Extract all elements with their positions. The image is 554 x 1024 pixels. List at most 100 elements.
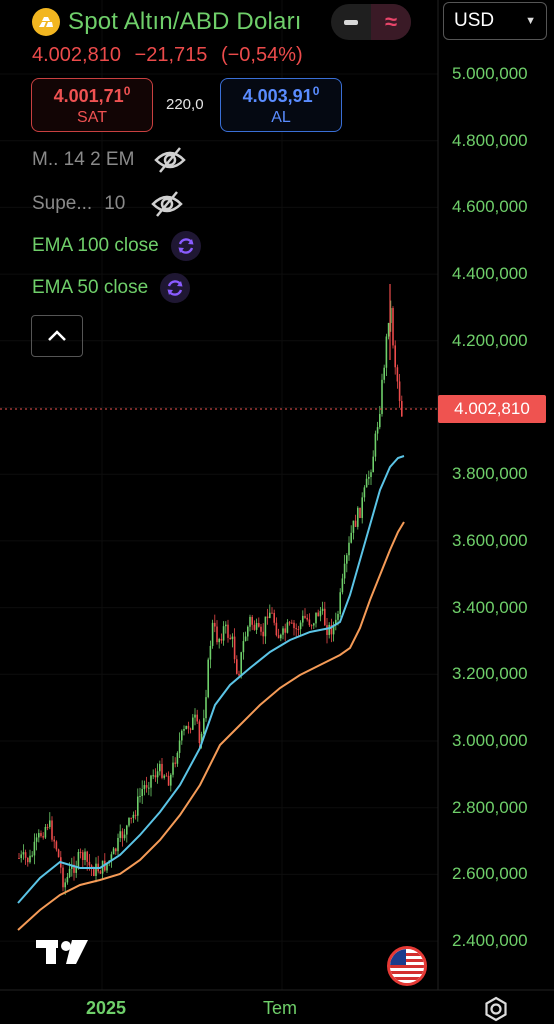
candle-body (117, 837, 119, 852)
trading-app: Spot Altın/ABD Doları ≈ USD ▼ 4.002,810 … (0, 0, 554, 1024)
candle-body (143, 785, 146, 790)
candle-body (51, 820, 53, 840)
candle-body (38, 833, 40, 838)
title-row[interactable]: Spot Altın/ABD Doları (32, 6, 302, 38)
candle-body (130, 817, 132, 819)
candle-body (242, 641, 245, 653)
candle-body (379, 413, 381, 428)
spread-value: 220,0 (166, 96, 204, 113)
candle-body (167, 775, 170, 786)
candle-body (145, 785, 148, 788)
currency-select[interactable]: USD ▼ (443, 2, 547, 40)
sell-button[interactable]: 4.001,710 SAT (31, 78, 153, 132)
candle-body (93, 868, 95, 876)
candle-body (161, 763, 163, 778)
candle-body (280, 634, 282, 639)
price-axis-label: 4.400,000 (452, 264, 528, 284)
candle-body (165, 775, 168, 777)
candle-body (394, 345, 396, 368)
candle-body (128, 817, 130, 826)
candle-body (299, 622, 302, 630)
eye-off-icon[interactable] (151, 190, 184, 218)
candle-body (99, 871, 102, 874)
candle-body (205, 697, 207, 719)
indicator-row-ema100[interactable]: EMA 100 close (32, 231, 201, 261)
eye-off-icon[interactable] (154, 146, 187, 174)
indicator-row-macd[interactable]: M.. 14 2 EM (32, 146, 187, 174)
settings-icon[interactable] (483, 996, 509, 1022)
candle-body (225, 624, 227, 627)
candle-body (57, 849, 60, 858)
candle-body (154, 775, 157, 778)
candle-body (207, 659, 209, 698)
candle-body (321, 608, 324, 611)
candle-body (152, 775, 154, 777)
candle-body (88, 861, 91, 866)
candle-body (170, 774, 172, 786)
candle-body (79, 852, 82, 854)
chart-type-toggle: ≈ (331, 4, 411, 40)
indicator-label: EMA 50 close (32, 277, 149, 298)
wave-button[interactable]: ≈ (371, 4, 411, 40)
sell-label: SAT (77, 108, 107, 126)
sync-icon[interactable] (160, 273, 191, 303)
minus-button[interactable] (331, 4, 371, 40)
price-axis-label: 3.200,000 (452, 664, 528, 684)
candle-body (282, 628, 284, 635)
collapse-indicators-button[interactable] (31, 315, 83, 357)
candle-body (251, 616, 253, 625)
tradingview-logo[interactable] (36, 938, 88, 966)
sync-icon[interactable] (170, 231, 201, 261)
candle-body (293, 622, 295, 629)
candle-body (304, 615, 306, 618)
candle-body (339, 592, 341, 614)
candle-body (62, 867, 64, 888)
price-axis-label: 4.800,000 (452, 130, 528, 150)
candle-body (357, 507, 359, 527)
candle-body (310, 625, 313, 627)
candle-body (277, 635, 280, 639)
candle-body (156, 771, 159, 778)
candle-body (115, 848, 117, 852)
candle-body (315, 612, 317, 624)
candle-body (240, 652, 242, 676)
candle-body (398, 381, 401, 402)
indicator-value: 10 (104, 193, 126, 214)
candle-body (126, 825, 128, 835)
candle-body (352, 520, 355, 533)
buy-button[interactable]: 4.003,910 AL (220, 78, 342, 132)
candle-body (231, 636, 234, 640)
candle-body (286, 622, 289, 633)
candle-body (247, 626, 249, 637)
us-flag-icon[interactable] (387, 946, 427, 986)
price-axis-label: 4.600,000 (452, 197, 528, 217)
symbol-title: Spot Altın/ABD Doları (68, 8, 302, 35)
candle-body (18, 858, 20, 859)
candle-body (77, 852, 80, 867)
candle-body (176, 752, 179, 764)
current-price-tag: 4.002,810 (438, 395, 546, 423)
candle-body (20, 854, 22, 859)
candle-body (123, 834, 126, 839)
candle-body (275, 622, 278, 636)
indicator-row-supertrend[interactable]: Supe... 10 (32, 190, 184, 218)
candle-body (269, 612, 271, 619)
wave-icon: ≈ (384, 9, 398, 34)
last-price: 4.002,810 (32, 44, 121, 66)
candle-body (396, 367, 399, 382)
candle-body (262, 631, 264, 637)
indicator-row-ema50[interactable]: EMA 50 close (32, 273, 191, 303)
candle-body (84, 851, 86, 860)
candle-body (189, 728, 192, 730)
candle-body (297, 629, 300, 631)
candle-body (328, 624, 330, 635)
candle-body (220, 638, 223, 641)
candle-body (31, 855, 33, 857)
candle-body (317, 612, 319, 617)
indicator-label: M.. 14 2 EM (32, 149, 135, 170)
candle-body (174, 762, 176, 764)
candle-body (227, 624, 229, 638)
candle-body (233, 636, 236, 660)
candle-body (354, 520, 357, 527)
candle-body (326, 625, 328, 635)
